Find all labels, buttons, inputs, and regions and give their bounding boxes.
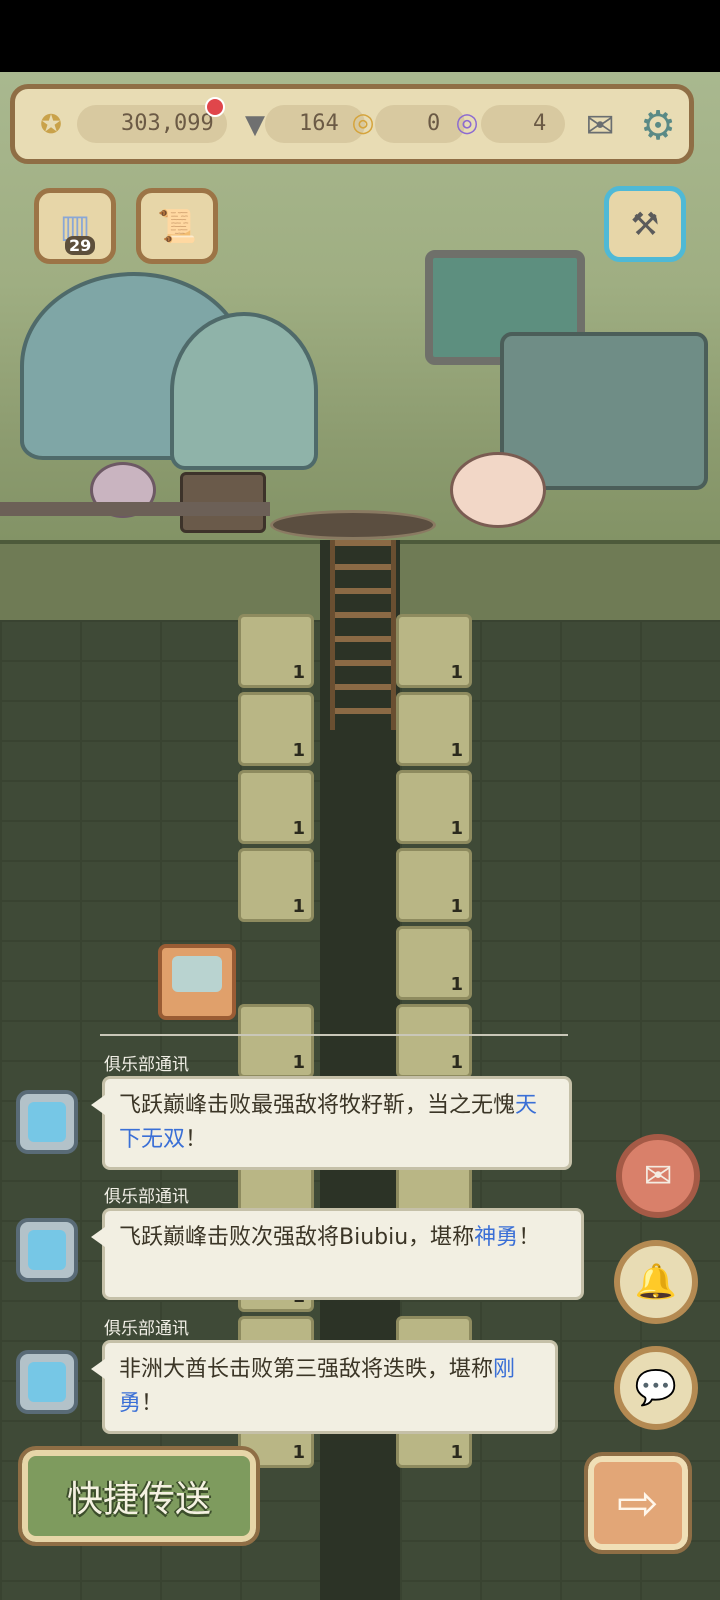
- block-hp: 1: [450, 662, 463, 683]
- dirt-block[interactable]: 1: [238, 848, 314, 922]
- robot-miner[interactable]: [158, 944, 236, 1020]
- dirt-block[interactable]: 1: [238, 614, 314, 688]
- avatar-screen: [28, 1230, 66, 1270]
- chat-bubble: 飞跃巅峰击败次强敌将Biubiu，堪称神勇！: [91, 1208, 584, 1300]
- arrow-right-icon: ⇨: [617, 1474, 659, 1532]
- robot-face: [172, 956, 222, 992]
- chat-text: 飞跃巅峰击败次强敌将Biubiu，堪称: [119, 1225, 475, 1250]
- chat-text: 非洲大酋长击败第三强敌将迭昳，堪称: [119, 1357, 494, 1382]
- rail-track: [0, 502, 270, 516]
- block-hp: 1: [450, 974, 463, 995]
- chat-sender: 俱乐部通讯: [104, 1055, 189, 1075]
- level-badge: 29: [65, 236, 96, 255]
- avatar-screen: [28, 1102, 66, 1142]
- block-hp: 1: [450, 896, 463, 917]
- robot-avatar: [16, 1090, 78, 1154]
- mail-icon: ✉: [643, 1156, 673, 1196]
- dirt-block[interactable]: 1: [396, 614, 472, 688]
- dirt-block[interactable]: 1: [238, 692, 314, 766]
- chat-message: 俱乐部通讯 飞跃巅峰击败最强敌将牧籽靳，当之无愧天下无双！: [0, 1050, 720, 1190]
- shaft-ladder: [330, 540, 396, 730]
- purple-token-value: 4: [533, 111, 547, 136]
- block-hp: 1: [450, 818, 463, 839]
- chat-message: 俱乐部通讯 非洲大酋长击败第三强敌将迭昳，堪称刚勇！: [0, 1314, 720, 1454]
- tool-button[interactable]: ⚒: [604, 186, 686, 262]
- dirt-block[interactable]: 1: [396, 848, 472, 922]
- chat-tail: ！: [518, 1225, 541, 1250]
- status-bar: [0, 0, 720, 72]
- dirt-block[interactable]: 1: [396, 692, 472, 766]
- chat-bubble-icon: 💬: [634, 1368, 678, 1408]
- game-scene: 1 1 1 1 1 1 1 1 1 1 1 1 1 1 1 1 1 1 ✪ 30…: [0, 0, 720, 1600]
- level-button[interactable]: ▥ 29: [34, 188, 116, 264]
- quick-teleport-button[interactable]: 快捷传送: [18, 1446, 260, 1546]
- robot-avatar: [16, 1218, 78, 1282]
- block-hp: 1: [292, 818, 305, 839]
- resource-bar: ✪ 303,099 ▼ 164 ◎ 0 ◎ 4 ✉ ⚙: [10, 84, 694, 164]
- chat-text: 飞跃巅峰击败最强敌将牧籽靳，当之无愧: [119, 1093, 516, 1118]
- block-hp: 1: [292, 662, 305, 683]
- chat-button[interactable]: 💬: [614, 1346, 698, 1430]
- mail-round-button[interactable]: ✉: [616, 1134, 700, 1218]
- chat-divider: [100, 1034, 568, 1036]
- coin-value: 303,099: [121, 111, 214, 136]
- robot-avatar: [16, 1350, 78, 1414]
- chat-sender: 俱乐部通讯: [104, 1187, 189, 1207]
- chat-highlight[interactable]: 神勇: [474, 1225, 518, 1250]
- avatar-screen: [28, 1362, 66, 1402]
- shaft-entrance: [270, 510, 436, 540]
- bell-icon: 🔔: [634, 1262, 678, 1302]
- gold-token-value: 0: [427, 111, 441, 136]
- snail-character: [450, 452, 546, 528]
- chat-tail: ！: [141, 1391, 164, 1416]
- chat-bubble: 飞跃巅峰击败最强敌将牧籽靳，当之无愧天下无双！: [91, 1076, 572, 1170]
- chat-message: 俱乐部通讯 飞跃巅峰击败次强敌将Biubiu，堪称神勇！: [0, 1182, 720, 1322]
- snail-house-machine: [170, 312, 318, 470]
- chat-tail: ！: [185, 1127, 208, 1152]
- next-button[interactable]: ⇨: [584, 1452, 692, 1554]
- chat-bubble: 非洲大酋长击败第三强敌将迭昳，堪称刚勇！: [91, 1340, 558, 1434]
- mail-icon[interactable]: ✉: [575, 101, 625, 151]
- scroll-icon: 📜: [157, 207, 197, 245]
- block-hp: 1: [292, 896, 305, 917]
- chat-sender: 俱乐部通讯: [104, 1319, 189, 1339]
- gear-icon[interactable]: ⚙: [631, 99, 685, 153]
- star-medal-icon[interactable]: ✪: [29, 103, 73, 147]
- bell-button[interactable]: 🔔: [614, 1240, 698, 1324]
- quest-button[interactable]: 📜: [136, 188, 218, 264]
- notification-dot: [205, 97, 225, 117]
- block-hp: 1: [450, 740, 463, 761]
- dirt-block[interactable]: 1: [238, 770, 314, 844]
- drill-value: 164: [299, 111, 339, 136]
- dirt-block[interactable]: 1: [396, 926, 472, 1000]
- hammer-icon: ⚒: [630, 205, 660, 243]
- dirt-block[interactable]: 1: [396, 770, 472, 844]
- block-hp: 1: [292, 740, 305, 761]
- purple-token-counter: [481, 105, 565, 143]
